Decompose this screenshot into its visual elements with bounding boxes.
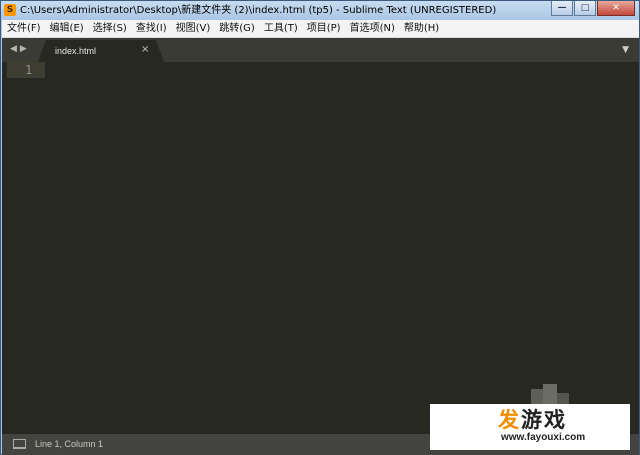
line-gutter: 1 (4, 62, 45, 434)
menu-edit[interactable]: 编辑(E) (45, 20, 88, 38)
tab-close-icon[interactable]: × (141, 44, 149, 56)
title-bar[interactable]: S C:\Users\Administrator\Desktop\新建文件夹 (… (1, 1, 639, 20)
watermark-pixel (543, 384, 557, 404)
watermark: 发游戏 www.fayouxi.com (430, 404, 630, 450)
tab-bar: ◀ ▶ index.html × ▼ (2, 38, 639, 62)
menu-goto[interactable]: 跳转(G) (214, 20, 259, 38)
menu-file[interactable]: 文件(F) (2, 20, 45, 38)
line-number: 1 (25, 63, 33, 77)
menu-project[interactable]: 项目(P) (302, 20, 345, 38)
sublime-app-icon[interactable]: S (4, 4, 16, 16)
menu-tools[interactable]: 工具(T) (259, 20, 302, 38)
close-button[interactable]: ✕ (597, 1, 635, 16)
menu-preferences[interactable]: 首选项(N) (345, 20, 399, 38)
tab-index-html[interactable]: index.html × (38, 40, 164, 62)
watermark-logo: 发游戏 (498, 407, 567, 433)
maximize-button[interactable]: □ (574, 1, 596, 16)
minimize-button[interactable]: — (551, 1, 573, 16)
menu-help[interactable]: 帮助(H) (399, 20, 443, 38)
menu-selection[interactable]: 选择(S) (88, 20, 131, 38)
window-title: C:\Users\Administrator\Desktop\新建文件夹 (2)… (20, 5, 497, 16)
watermark-pixel (531, 389, 543, 404)
watermark-pixel (557, 393, 569, 404)
tab-next-icon[interactable]: ▶ (20, 43, 27, 55)
console-icon[interactable] (13, 439, 26, 449)
watermark-logo-accent: 发 (498, 408, 521, 432)
menu-bar: 文件(F) 编辑(E) 选择(S) 查找(I) 视图(V) 跳转(G) 工具(T… (2, 20, 639, 38)
menu-view[interactable]: 视图(V) (171, 20, 215, 38)
watermark-logo-rest: 游戏 (521, 408, 567, 432)
tab-menu-dropdown-icon[interactable]: ▼ (622, 44, 629, 56)
cursor-position: Line 1, Column 1 (35, 439, 104, 449)
editor-area[interactable]: 1 (2, 62, 639, 434)
menu-find[interactable]: 查找(I) (131, 20, 171, 38)
window-controls: — □ ✕ (550, 1, 635, 17)
watermark-url: www.fayouxi.com (501, 432, 586, 443)
tab-title: index.html (55, 46, 97, 56)
tab-navigation: ◀ ▶ (10, 43, 27, 55)
tab-prev-icon[interactable]: ◀ (10, 43, 17, 55)
